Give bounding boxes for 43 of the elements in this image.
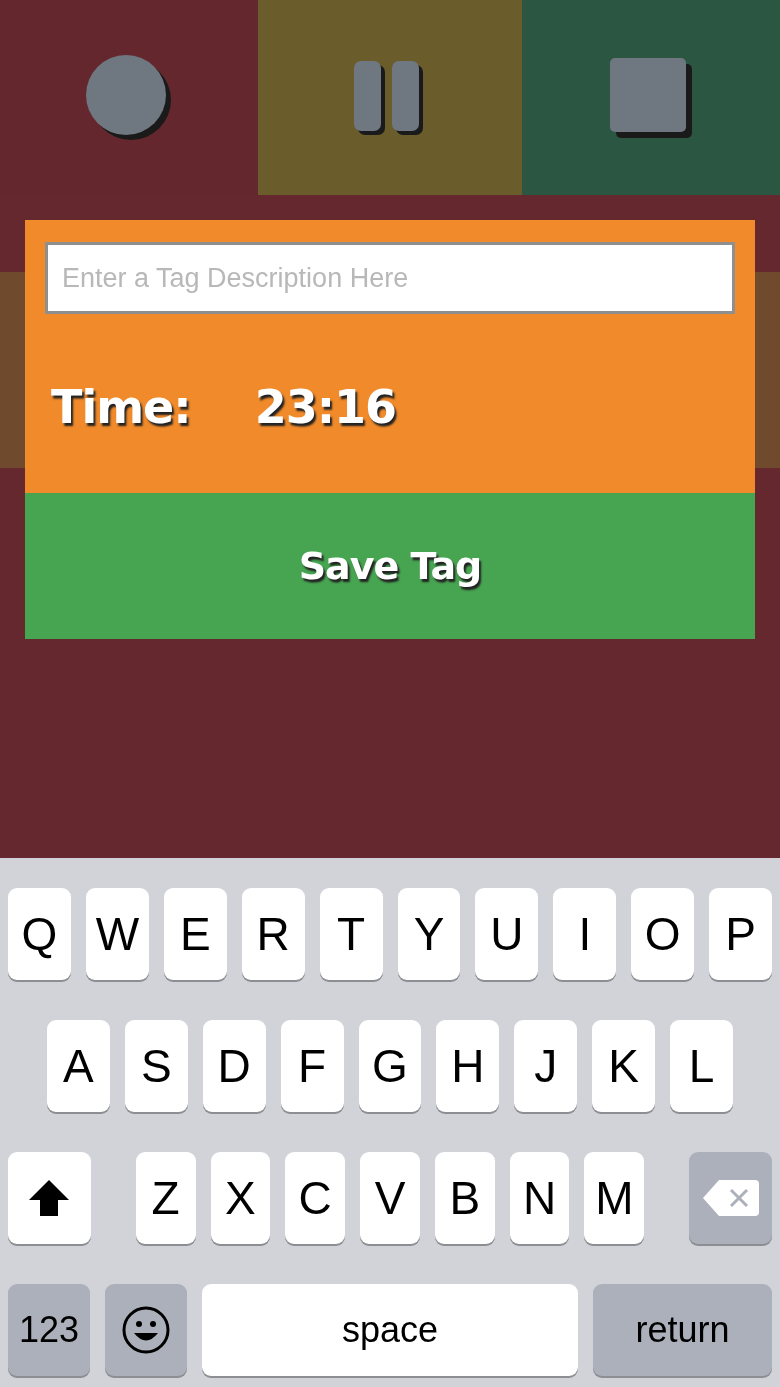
key[interactable]: V	[360, 1152, 420, 1244]
pause-icon	[354, 60, 426, 135]
smiley-icon	[122, 1306, 170, 1354]
key[interactable]: O	[631, 888, 695, 980]
key[interactable]: C	[285, 1152, 346, 1244]
stop-icon	[610, 57, 692, 138]
key[interactable]: W	[85, 888, 149, 980]
key[interactable]: N	[509, 1152, 570, 1244]
record-icon	[86, 54, 172, 141]
key[interactable]: P	[709, 888, 773, 980]
key[interactable]: U	[475, 888, 539, 980]
key[interactable]: G	[358, 1020, 422, 1112]
time-value: 23:16	[254, 380, 397, 434]
delete-icon	[702, 1180, 759, 1216]
delete-key[interactable]	[689, 1152, 772, 1244]
key[interactable]: Z	[135, 1152, 196, 1244]
key[interactable]: T	[319, 888, 383, 980]
key[interactable]: D	[202, 1020, 266, 1112]
shift-arrow-icon	[29, 1180, 70, 1216]
shift-key[interactable]	[8, 1152, 91, 1244]
key[interactable]: S	[124, 1020, 188, 1112]
return-key[interactable]: return	[593, 1284, 772, 1376]
key[interactable]: L	[670, 1020, 733, 1112]
key[interactable]: E	[163, 888, 227, 980]
time-label: Time:	[51, 380, 191, 434]
key[interactable]: K	[592, 1020, 656, 1112]
numbers-key[interactable]: 123	[8, 1284, 90, 1376]
key[interactable]: M	[584, 1152, 645, 1244]
space-key[interactable]: space	[202, 1284, 578, 1376]
key[interactable]: Y	[397, 888, 461, 980]
key[interactable]: J	[514, 1020, 578, 1112]
key[interactable]: H	[436, 1020, 500, 1112]
key[interactable]: B	[434, 1152, 495, 1244]
stop-button[interactable]	[522, 0, 780, 195]
key[interactable]: I	[553, 888, 617, 980]
pause-button[interactable]	[258, 0, 522, 195]
key[interactable]: F	[280, 1020, 344, 1112]
emoji-key[interactable]	[105, 1284, 187, 1376]
tag-description-field[interactable]: Enter a Tag Description Here	[45, 242, 735, 314]
key[interactable]: A	[47, 1020, 110, 1112]
key[interactable]: Q	[8, 888, 71, 980]
key[interactable]: X	[210, 1152, 271, 1244]
key[interactable]: R	[241, 888, 305, 980]
